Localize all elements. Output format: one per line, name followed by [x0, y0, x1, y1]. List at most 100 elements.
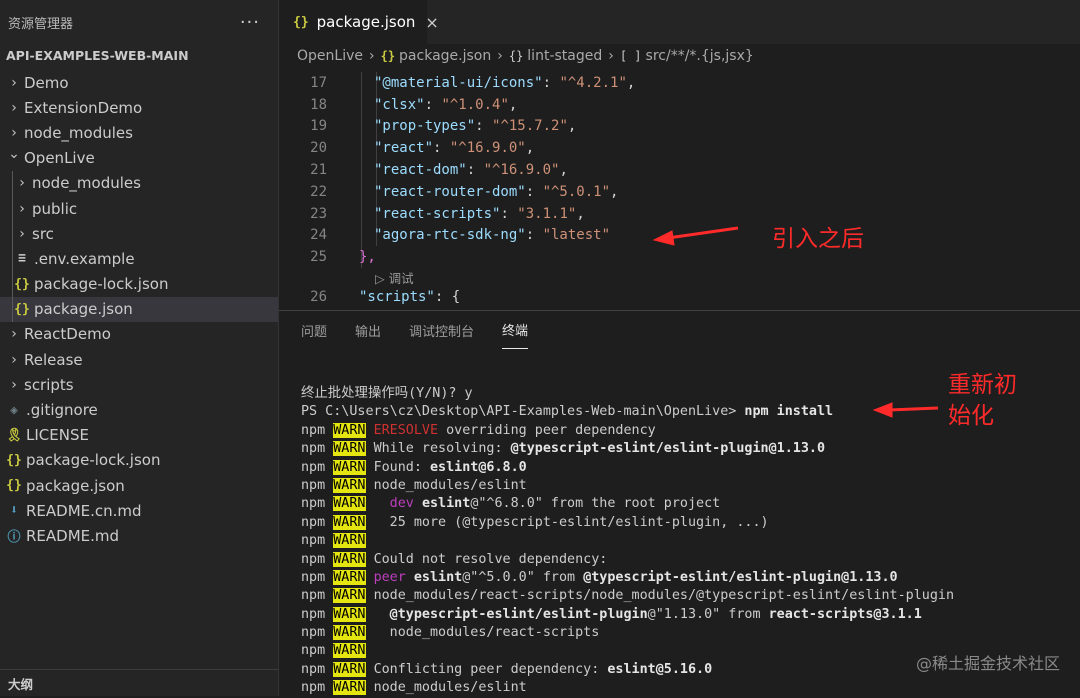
code-text: "prop-types": "^15.7.2",	[374, 118, 576, 134]
indent-guide	[12, 195, 13, 222]
chevron-right-icon[interactable]: ›	[14, 226, 30, 242]
tree-item-label: Release	[24, 350, 83, 369]
tree-item[interactable]: {} package-lock.json	[0, 271, 278, 297]
chevron-right-icon[interactable]: ›	[14, 201, 30, 217]
json-value: "^16.9.0"	[449, 140, 526, 157]
json-key: "react-scripts"	[374, 205, 501, 222]
terminal-line: npm WARN Could not resolve dependency:	[301, 551, 608, 567]
explorer-header: 资源管理器 ···	[0, 0, 278, 44]
json-key: "agora-rtc-sdk-ng"	[374, 227, 526, 244]
json-comma: ,	[525, 140, 535, 157]
json-value: "3.1.1"	[517, 205, 577, 222]
chevron-right-icon: ›	[368, 48, 375, 64]
tree-item[interactable]: 🎗 LICENSE	[0, 423, 278, 448]
json-tail: : {	[434, 289, 461, 306]
watermark: @稀土掘金技术社区	[915, 654, 1060, 673]
chevron-right-icon[interactable]: ›	[6, 326, 22, 342]
line-number: 22	[310, 183, 327, 200]
tree-item[interactable]: ≡ .env.example	[0, 246, 278, 272]
editor-tab-bar: {} package.json ×	[279, 0, 1080, 44]
panel-tab-bar: 问题 输出 调试控制台 终端	[279, 311, 1080, 349]
tree-item-label: src	[32, 224, 54, 243]
line-number: 23	[310, 205, 327, 222]
outline-section-header[interactable]: 大纲	[0, 669, 286, 696]
tree-item[interactable]: ⬇ README.cn.md	[0, 498, 278, 523]
chevron-right-icon[interactable]: ›	[14, 175, 30, 191]
tree-item[interactable]: › src	[0, 221, 278, 247]
tree-item[interactable]: {} package.json	[0, 473, 278, 498]
chevron-right-icon[interactable]: ›	[6, 75, 22, 91]
tree-item[interactable]: ◈ .gitignore	[0, 397, 278, 422]
json-file-icon: {}	[14, 276, 30, 292]
codelens-debug[interactable]: ▷ 调试	[279, 268, 1080, 286]
line-number: 17	[310, 74, 327, 91]
json-key: "react"	[374, 140, 434, 157]
chevron-right-icon[interactable]: ›	[6, 100, 22, 116]
tree-item[interactable]: › scripts	[0, 372, 278, 397]
code-line: 19 "prop-types": "^15.7.2",	[279, 115, 1080, 138]
tree-item-label: node_modules	[24, 123, 133, 142]
json-file-icon: {}	[6, 478, 22, 494]
license-file-icon: 🎗	[6, 427, 23, 443]
json-comma: ,	[610, 183, 619, 200]
more-actions-icon[interactable]: ···	[240, 12, 260, 33]
tree-item[interactable]: › Demo	[0, 70, 278, 95]
json-value: "^16.9.0"	[483, 162, 560, 179]
chevron-right-icon[interactable]: ›	[6, 352, 22, 368]
breadcrumb-file[interactable]: package.json	[399, 48, 491, 64]
json-key: "scripts"	[359, 289, 435, 306]
json-file-icon: {}	[14, 301, 30, 317]
indent-guide	[361, 202, 362, 225]
json-colon: :	[424, 96, 442, 113]
project-root-header[interactable]: API-EXAMPLES-WEB-MAIN	[0, 44, 278, 66]
tree-item-label: node_modules	[32, 174, 141, 193]
chevron-right-icon[interactable]: ›	[6, 377, 22, 393]
json-colon: :	[525, 183, 543, 200]
array-icon: [ ]	[619, 49, 642, 63]
close-icon[interactable]: ×	[425, 13, 438, 32]
tree-item[interactable]: {} package-lock.json	[0, 448, 278, 473]
breadcrumb-root[interactable]: OpenLive	[297, 48, 363, 64]
terminal-line: npm WARN node_modules/eslint	[301, 680, 527, 696]
tab-problems[interactable]: 问题	[301, 311, 327, 349]
tree-item[interactable]: › public	[0, 195, 278, 222]
code-line: 22 "react-router-dom": "^5.0.1",	[279, 180, 1080, 203]
chevron-right-icon: ›	[608, 48, 614, 64]
tree-item[interactable]: › node_modules	[0, 170, 278, 196]
code-editor[interactable]: 17 "@material-ui/icons": "^4.2.1", 18 "clsx…	[279, 72, 1080, 310]
json-comma: ,	[567, 118, 577, 135]
json-key: "react-dom"	[374, 162, 467, 179]
breadcrumb-array[interactable]: src/**/*.{js,jsx}	[646, 48, 754, 64]
code-line: 20 "react": "^16.9.0",	[279, 137, 1080, 160]
terminal-line: npm WARN node_modules/react-scripts	[301, 625, 600, 641]
chevron-down-icon[interactable]: ⌄	[6, 146, 22, 162]
breadcrumb-object[interactable]: lint-staged	[527, 48, 602, 64]
tab-debug-console[interactable]: 调试控制台	[409, 311, 474, 349]
tree-item-label: package.json	[26, 476, 125, 495]
chevron-right-icon[interactable]: ›	[6, 125, 22, 141]
tree-item-label: ReactDemo	[24, 325, 111, 344]
tab-output[interactable]: 输出	[355, 311, 381, 349]
tree-item[interactable]: {} package.json	[0, 296, 278, 322]
tree-item[interactable]: ⌄ OpenLive	[0, 146, 278, 171]
indent-guide	[361, 159, 362, 181]
codelens-label: ▷ 调试	[375, 271, 414, 287]
tree-item[interactable]: ⓘ README.md	[0, 523, 278, 548]
json-colon: :	[525, 227, 543, 244]
tab-terminal[interactable]: 终端	[502, 311, 529, 349]
tree-item[interactable]: › ExtensionDemo	[0, 95, 278, 120]
json-comma: ,	[559, 162, 568, 179]
terminal-line: npm WARN 25 more (@typescript-eslint/esl…	[301, 514, 769, 530]
tree-item[interactable]: › ReactDemo	[0, 322, 278, 347]
tree-item-label: Demo	[24, 73, 69, 92]
tree-item[interactable]: › Release	[0, 347, 278, 372]
tree-item-label: package-lock.json	[34, 275, 169, 294]
terminal-line: npm WARN While resolving: @typescript-es…	[301, 441, 826, 457]
tree-item-label: OpenLive	[24, 149, 95, 168]
json-colon: :	[475, 118, 493, 135]
json-key: "react-router-dom"	[374, 183, 526, 200]
tab-package-json[interactable]: {} package.json ×	[279, 0, 439, 44]
tree-item[interactable]: › node_modules	[0, 120, 278, 145]
json-key: "@material-ui/icons"	[374, 74, 543, 91]
annotation-after-import: 引入之后	[772, 226, 864, 252]
